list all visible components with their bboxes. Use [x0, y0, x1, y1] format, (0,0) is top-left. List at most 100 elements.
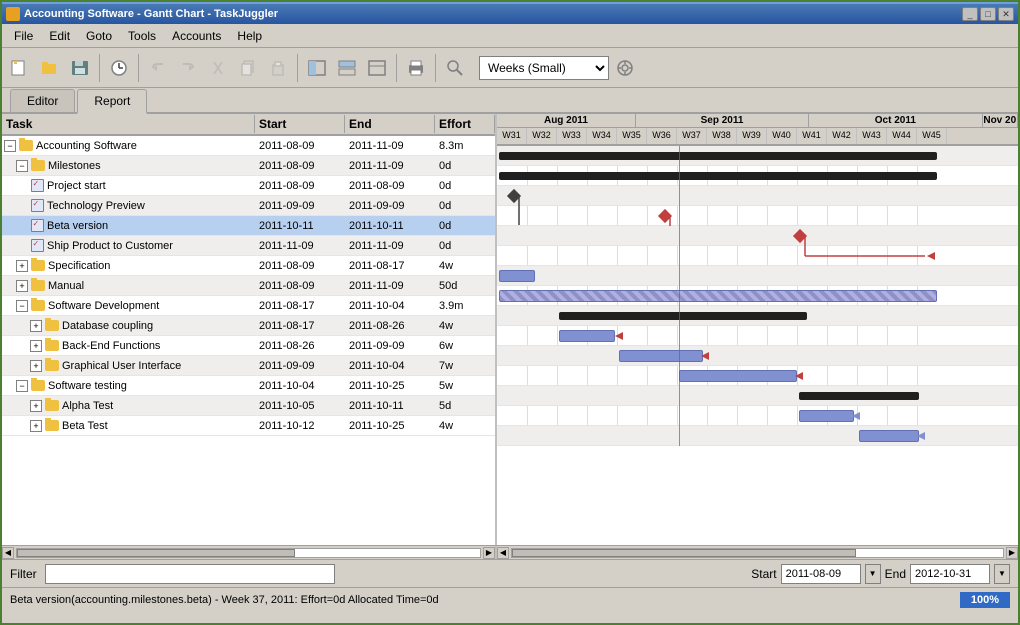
- task-row[interactable]: + Graphical User Interface 2011-09-09 20…: [2, 356, 495, 376]
- gantt-bar-row: [497, 146, 1018, 166]
- task-row[interactable]: Technology Preview 2011-09-09 2011-09-09…: [2, 196, 495, 216]
- task-row[interactable]: + Back-End Functions 2011-08-26 2011-09-…: [2, 336, 495, 356]
- task-row[interactable]: + Manual 2011-08-09 2011-11-09 50d: [2, 276, 495, 296]
- task-name: Specification: [48, 260, 110, 272]
- task-row[interactable]: + Beta Test 2011-10-12 2011-10-25 4w: [2, 416, 495, 436]
- gantt-bar-row: [497, 346, 1018, 366]
- clock-button[interactable]: [105, 54, 133, 82]
- minimize-button[interactable]: _: [962, 7, 978, 21]
- menu-tools[interactable]: Tools: [120, 27, 164, 45]
- gantt-week-w41: W41: [797, 128, 827, 144]
- menu-goto[interactable]: Goto: [78, 27, 120, 45]
- task-name: Graphical User Interface: [62, 360, 181, 372]
- task-row[interactable]: − Software testing 2011-10-04 2011-10-25…: [2, 376, 495, 396]
- tab-editor[interactable]: Editor: [10, 89, 75, 112]
- task-name: Accounting Software: [36, 140, 137, 152]
- task-effort: 0d: [435, 239, 495, 253]
- zoom-select[interactable]: Weeks (Small) Days (Small) Days (Medium)…: [479, 56, 609, 80]
- menu-file[interactable]: File: [6, 27, 41, 45]
- maximize-button[interactable]: □: [980, 7, 996, 21]
- gantt-connector: [497, 206, 1018, 226]
- task-row[interactable]: + Database coupling 2011-08-17 2011-08-2…: [2, 316, 495, 336]
- redo-button[interactable]: [174, 54, 202, 82]
- gantt-rows: [497, 146, 1018, 446]
- collapse-icon[interactable]: −: [16, 160, 28, 172]
- collapse-icon[interactable]: −: [16, 300, 28, 312]
- close-button[interactable]: ✕: [998, 7, 1014, 21]
- folder-icon: [45, 359, 59, 373]
- open-button[interactable]: [36, 54, 64, 82]
- task-effort: 0d: [435, 159, 495, 173]
- expand-icon[interactable]: +: [16, 280, 28, 292]
- expand-icon[interactable]: +: [30, 360, 42, 372]
- paste-button[interactable]: [264, 54, 292, 82]
- gantt-bar-row: [497, 306, 1018, 326]
- scroll-left-gantt-button[interactable]: ◀: [497, 547, 509, 559]
- save-button[interactable]: [66, 54, 94, 82]
- start-date-input[interactable]: [781, 564, 861, 584]
- menu-edit[interactable]: Edit: [41, 27, 78, 45]
- expand-icon[interactable]: +: [30, 400, 42, 412]
- task-row[interactable]: + Alpha Test 2011-10-05 2011-10-11 5d: [2, 396, 495, 416]
- task-effort: 0d: [435, 179, 495, 193]
- menu-help[interactable]: Help: [229, 27, 270, 45]
- expand-icon[interactable]: +: [16, 260, 28, 272]
- folder-icon: [31, 259, 45, 273]
- zoom-dropdown[interactable]: Weeks (Small) Days (Small) Days (Medium)…: [479, 56, 609, 80]
- undo-button[interactable]: [144, 54, 172, 82]
- scroll-left-button[interactable]: ◀: [2, 547, 14, 559]
- expand-icon[interactable]: +: [30, 420, 42, 432]
- end-date-input[interactable]: [910, 564, 990, 584]
- expand-icon[interactable]: +: [30, 340, 42, 352]
- gantt-bar: [499, 172, 937, 180]
- task-row[interactable]: − Software Development 2011-08-17 2011-1…: [2, 296, 495, 316]
- task-row[interactable]: Project start 2011-08-09 2011-08-09 0d: [2, 176, 495, 196]
- task-row[interactable]: Beta version 2011-10-11 2011-10-11 0d: [2, 216, 495, 236]
- task-name: Manual: [48, 280, 84, 292]
- view1-button[interactable]: [303, 54, 331, 82]
- expand-icon[interactable]: +: [30, 320, 42, 332]
- gantt-week-w33: W33: [557, 128, 587, 144]
- scroll-track-left[interactable]: [16, 548, 481, 558]
- window-controls[interactable]: _ □ ✕: [962, 7, 1014, 21]
- tab-report[interactable]: Report: [77, 89, 147, 114]
- start-date-arrow[interactable]: ▼: [865, 564, 881, 584]
- scroll-track-right[interactable]: [511, 548, 1004, 558]
- task-end: 2011-08-26: [345, 319, 435, 333]
- task-name: Software Development: [48, 300, 159, 312]
- gantt-month-aug: Aug 2011: [497, 114, 636, 127]
- gantt-week-w43: W43: [857, 128, 887, 144]
- gantt-bar-row: [497, 386, 1018, 406]
- task-start: 2011-08-17: [255, 299, 345, 313]
- scroll-right-gantt-button[interactable]: ▶: [1006, 547, 1018, 559]
- collapse-icon[interactable]: −: [4, 140, 16, 152]
- task-row[interactable]: − Milestones 2011-08-09 2011-11-09 0d: [2, 156, 495, 176]
- task-effort: 7w: [435, 359, 495, 373]
- view3-button[interactable]: [363, 54, 391, 82]
- new-button[interactable]: [6, 54, 34, 82]
- task-row[interactable]: + Specification 2011-08-09 2011-08-17 4w: [2, 256, 495, 276]
- task-start: 2011-08-09: [255, 279, 345, 293]
- gantt-connector: [497, 186, 1018, 206]
- menu-accounts[interactable]: Accounts: [164, 27, 229, 45]
- app-icon: [6, 7, 20, 21]
- scroll-right-button[interactable]: ▶: [483, 547, 495, 559]
- view2-button[interactable]: [333, 54, 361, 82]
- gantt-bar-row: [497, 186, 1018, 206]
- gantt-week-w40: W40: [767, 128, 797, 144]
- collapse-icon[interactable]: −: [16, 380, 28, 392]
- cut-button[interactable]: [204, 54, 232, 82]
- end-date-arrow[interactable]: ▼: [994, 564, 1010, 584]
- zoom-config-button[interactable]: [611, 54, 639, 82]
- gantt-bar-row: [497, 246, 1018, 266]
- tabs-bar: Editor Report: [2, 88, 1018, 114]
- filter-input[interactable]: [45, 564, 335, 584]
- copy-button[interactable]: [234, 54, 262, 82]
- search-button[interactable]: [441, 54, 469, 82]
- task-row[interactable]: − Accounting Software 2011-08-09 2011-11…: [2, 136, 495, 156]
- print-button[interactable]: [402, 54, 430, 82]
- folder-icon: [45, 419, 59, 433]
- task-row[interactable]: Ship Product to Customer 2011-11-09 2011…: [2, 236, 495, 256]
- task-effort: 50d: [435, 279, 495, 293]
- task-end: 2011-11-09: [345, 159, 435, 173]
